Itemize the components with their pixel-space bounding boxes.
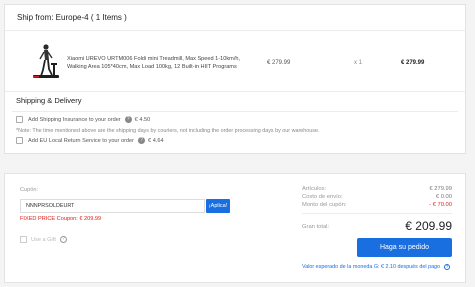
gift-label: Use a Gift xyxy=(31,236,56,243)
shipping-insurance-option[interactable]: Add Shipping Insurance to your order ? €… xyxy=(16,116,150,123)
local-return-option[interactable]: Add EU Local Return Service to your orde… xyxy=(16,137,164,144)
product-quantity: x 1 xyxy=(354,60,363,66)
local-return-price: € 4.64 xyxy=(148,137,164,144)
articles-label: Artículos: xyxy=(302,186,327,192)
local-return-label: Add EU Local Return Service to your orde… xyxy=(28,137,135,144)
coupon-amount-value: - € 70.00 xyxy=(429,202,452,208)
coupon-amount-label: Monto del cupón: xyxy=(302,202,347,208)
help-icon[interactable]: ? xyxy=(59,236,67,243)
product-row: Xiaomi UREVO URTM006 Foldi mini Treadmil… xyxy=(5,32,465,92)
treadmill-image[interactable] xyxy=(29,42,61,82)
shipping-cost-value: € 0.00 xyxy=(435,194,452,200)
help-icon[interactable]: ? xyxy=(138,137,146,144)
ship-from-header: Ship from: Europe-4 ( 1 Items ) xyxy=(5,5,465,31)
product-title[interactable]: Xiaomi UREVO URTM006 Foldi mini Treadmil… xyxy=(67,55,252,71)
shipping-note: *Note: The time mentioned above are the … xyxy=(16,128,320,134)
place-order-button[interactable]: Haga su pedido xyxy=(357,238,452,257)
insurance-checkbox[interactable] xyxy=(16,116,23,123)
apply-coupon-button[interactable]: ¡Aplica! xyxy=(206,199,230,213)
gift-option[interactable]: Use a Gift ? xyxy=(20,236,67,243)
shipping-cost-label: Costo de envío: xyxy=(302,194,343,200)
coupon-input[interactable]: NNNPRSOLDEURT xyxy=(20,199,205,213)
help-icon[interactable]: ? xyxy=(124,116,132,123)
insurance-label: Add Shipping Insurance to your order xyxy=(28,116,121,123)
shipping-delivery-title: Shipping & Delivery xyxy=(16,96,82,105)
gift-checkbox[interactable] xyxy=(20,236,27,243)
grand-total-value: € 209.99 xyxy=(405,219,452,233)
summary-articles: Artículos: € 279.99 xyxy=(302,186,452,192)
coupon-label: Cupón: xyxy=(20,187,39,193)
grand-total-label: Gran total: xyxy=(302,224,330,230)
divider xyxy=(302,213,452,214)
articles-value: € 279.99 xyxy=(429,186,452,192)
help-icon[interactable]: ? xyxy=(444,264,451,270)
divider xyxy=(12,111,458,112)
local-return-checkbox[interactable] xyxy=(16,137,23,144)
expected-gcoin-text: Valor esperado de la moneda G: € 2.10 de… xyxy=(302,264,441,270)
expected-gcoin-value: Valor esperado de la moneda G: € 2.10 de… xyxy=(302,264,451,270)
summary-coupon: Monto del cupón: - € 70.00 xyxy=(302,202,452,208)
product-price: € 279.99 xyxy=(267,60,291,66)
coupon-fixed-price: FIXED PRICE Coupon: € 209.99 xyxy=(20,216,102,222)
product-total: € 279.99 xyxy=(401,60,425,66)
summary-shipping: Costo de envío: € 0.00 xyxy=(302,194,452,200)
insurance-price: € 4.50 xyxy=(134,116,151,123)
